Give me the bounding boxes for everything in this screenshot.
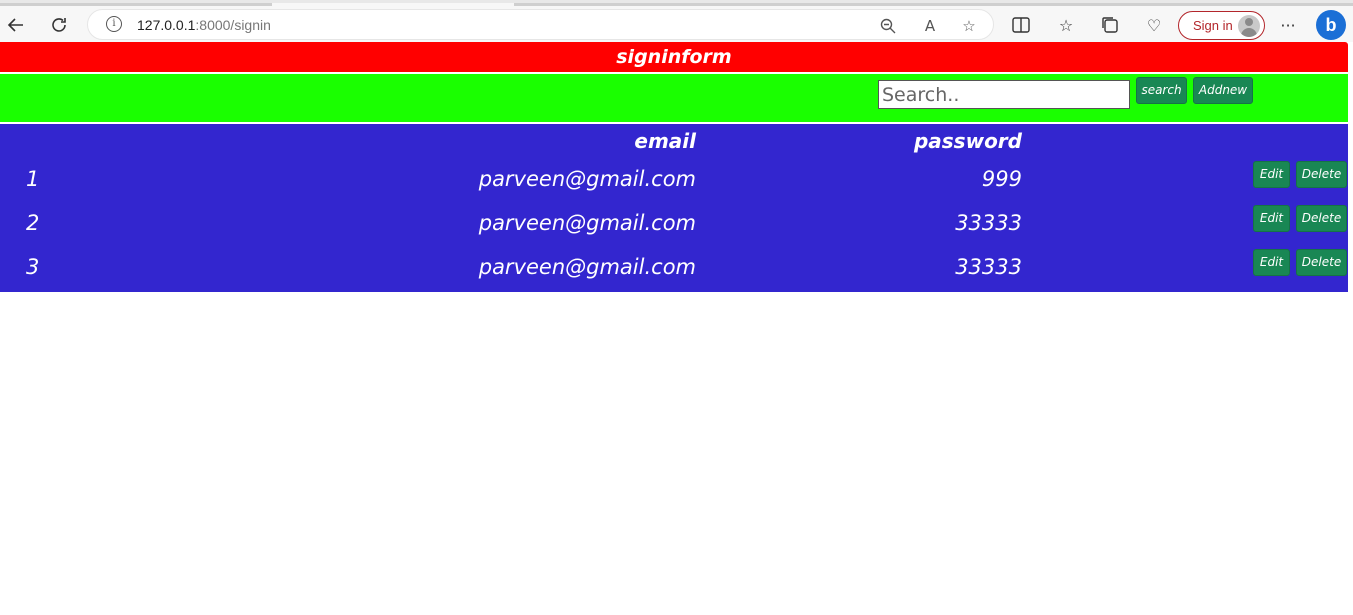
search-input[interactable] (878, 80, 1130, 109)
site-info-icon[interactable]: i (106, 16, 122, 32)
edit-button[interactable]: Edit (1253, 205, 1290, 232)
more-options-icon[interactable]: ··· (1277, 14, 1299, 36)
browser-toolbar: i 127.0.0.1:8000/signin A ☆ ☆ ♡ Sign in … (0, 0, 1353, 42)
page-content: signinform search Addnew email password … (0, 42, 1348, 292)
column-header-email: email (634, 129, 696, 153)
row-password: 999 (981, 167, 1022, 191)
browser-essentials-icon[interactable]: ♡ (1143, 14, 1165, 36)
edit-button[interactable]: Edit (1253, 161, 1290, 188)
search-toolbar: search Addnew (0, 74, 1348, 122)
favorite-star-icon[interactable]: ☆ (959, 16, 979, 36)
avatar (1238, 15, 1260, 37)
url-text[interactable]: 127.0.0.1:8000/signin (137, 17, 271, 33)
users-table: email password 1 parveen@gmail.com 999 E… (0, 124, 1348, 292)
column-header-password: password (913, 129, 1022, 153)
table-row: 3 parveen@gmail.com 33333 Edit Delete (0, 249, 1348, 293)
refresh-icon[interactable] (45, 11, 73, 39)
row-password: 33333 (955, 255, 1022, 279)
delete-button[interactable]: Delete (1296, 205, 1347, 232)
favorites-icon[interactable]: ☆ (1055, 14, 1077, 36)
row-id: 3 (26, 255, 40, 279)
tab-strip-edge (0, 3, 272, 6)
search-button[interactable]: search (1136, 77, 1187, 104)
row-email: parveen@gmail.com (478, 167, 696, 191)
row-email: parveen@gmail.com (478, 255, 696, 279)
delete-button[interactable]: Delete (1296, 161, 1347, 188)
table-row: 2 parveen@gmail.com 33333 Edit Delete (0, 205, 1348, 249)
split-screen-icon[interactable] (1010, 14, 1032, 36)
row-id: 1 (26, 167, 40, 191)
page-title: signinform (0, 42, 1348, 72)
address-bar[interactable]: i 127.0.0.1:8000/signin A ☆ (87, 9, 994, 40)
delete-button[interactable]: Delete (1296, 249, 1347, 276)
zoom-icon[interactable] (878, 16, 898, 36)
read-aloud-icon[interactable]: A (920, 16, 940, 36)
row-id: 2 (26, 211, 40, 235)
back-icon[interactable] (2, 11, 30, 39)
collections-icon[interactable] (1099, 14, 1121, 36)
addnew-button[interactable]: Addnew (1193, 77, 1253, 104)
tab-strip-edge (514, 3, 1353, 6)
edit-button[interactable]: Edit (1253, 249, 1290, 276)
row-password: 33333 (955, 211, 1022, 235)
row-email: parveen@gmail.com (478, 211, 696, 235)
bing-copilot-icon[interactable]: b (1316, 10, 1346, 40)
profile-signin-button[interactable]: Sign in (1178, 11, 1265, 40)
signin-label: Sign in (1193, 18, 1233, 33)
table-row: 1 parveen@gmail.com 999 Edit Delete (0, 161, 1348, 205)
